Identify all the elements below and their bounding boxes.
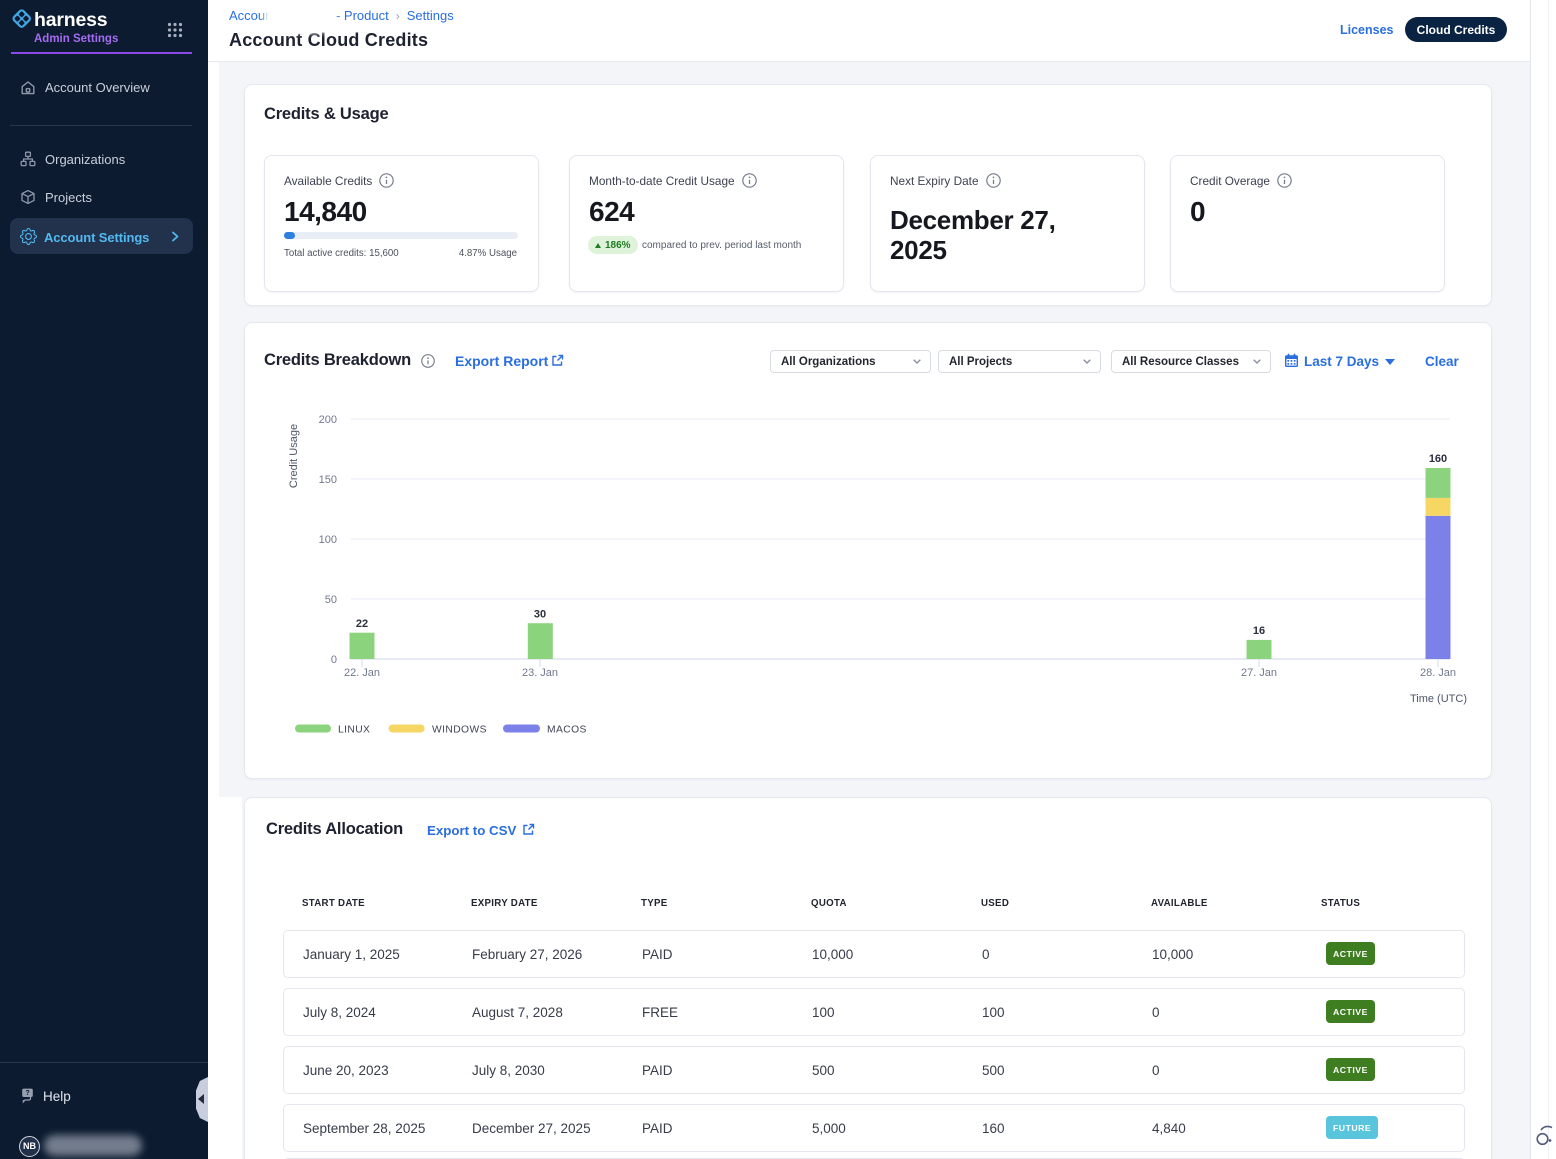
svg-text:22. Jan: 22. Jan	[344, 667, 380, 679]
svg-text:LINUX: LINUX	[338, 725, 370, 736]
svg-text:23. Jan: 23. Jan	[522, 667, 558, 679]
svg-text:Credit Usage: Credit Usage	[288, 424, 300, 488]
svg-text:50: 50	[325, 594, 337, 606]
svg-text:150: 150	[319, 474, 337, 486]
svg-text:100: 100	[319, 534, 337, 546]
svg-text:0: 0	[331, 654, 337, 666]
svg-text:Time (UTC): Time (UTC)	[1410, 693, 1467, 705]
svg-text:200: 200	[319, 414, 337, 426]
svg-text:22: 22	[356, 618, 368, 630]
svg-text:MACOS: MACOS	[547, 725, 587, 736]
svg-text:28. Jan: 28. Jan	[1420, 667, 1456, 679]
svg-text:160: 160	[1429, 453, 1447, 465]
svg-text:16: 16	[1253, 625, 1265, 637]
svg-text:WINDOWS: WINDOWS	[432, 725, 487, 736]
svg-text:30: 30	[534, 609, 546, 621]
svg-text:?: ?	[25, 1088, 30, 1097]
svg-text:27. Jan: 27. Jan	[1241, 667, 1277, 679]
